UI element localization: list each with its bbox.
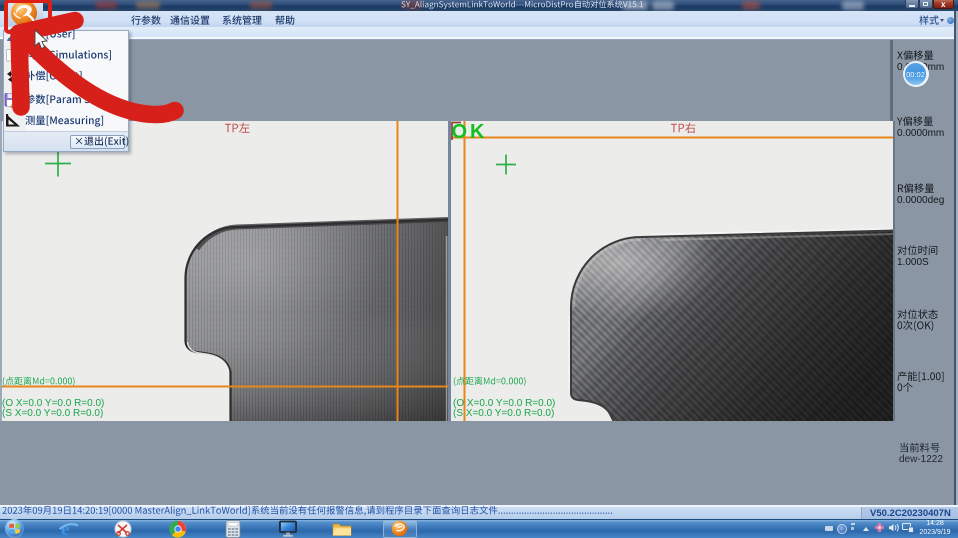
svg-text:e: e	[61, 519, 69, 538]
